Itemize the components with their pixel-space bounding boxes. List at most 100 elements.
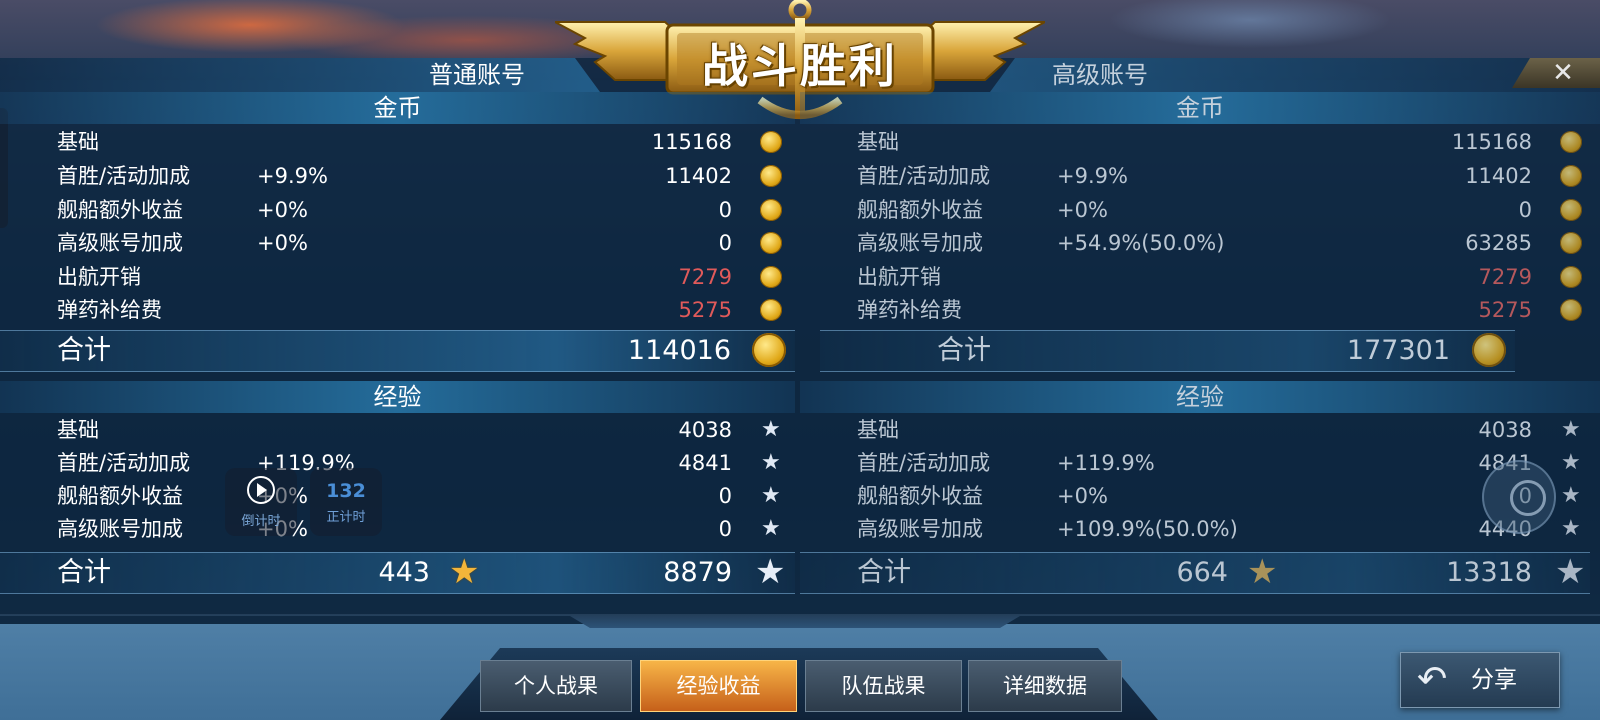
- tab-team-results[interactable]: 队伍战果: [805, 660, 962, 712]
- gold-row-ship-bonus: 舰船额外收益 +0% 0: [857, 193, 1532, 227]
- row-value: 7279: [678, 265, 732, 289]
- coin-large-icon: [1472, 333, 1506, 367]
- row-label: 首胜/活动加成: [57, 451, 191, 475]
- exp-star-icon: ★: [1561, 483, 1581, 508]
- gold-row-first-win: 首胜/活动加成 +9.9% 11402: [857, 159, 1532, 193]
- side-edge-tab[interactable]: [0, 108, 8, 228]
- tab-personal-results[interactable]: 个人战果: [480, 660, 632, 712]
- row-value: 7279: [1478, 265, 1532, 289]
- row-label: 高级账号加成: [857, 517, 983, 541]
- gold-row-sortie-cost: 出航开销 7279: [857, 260, 1532, 294]
- row-value: 4841: [678, 451, 732, 475]
- row-label: 首胜/活动加成: [857, 164, 991, 188]
- exp-total-star-icon: ★: [1555, 552, 1586, 592]
- gold-section-header: 金币: [0, 92, 795, 124]
- row-label: 高级账号加成: [57, 231, 183, 255]
- victory-title: 战斗胜利: [702, 39, 898, 93]
- gold-row-ship-bonus: 舰船额外收益 +0% 0: [57, 193, 732, 227]
- floating-assist-button[interactable]: [1482, 460, 1556, 534]
- exp-row-base: 基础 4038: [57, 413, 732, 447]
- exp-row-premium-bonus: 高级账号加成 +0% 0: [57, 512, 732, 546]
- coin-icon: [760, 199, 782, 221]
- gold-total-row: 合计 177301: [820, 330, 1515, 372]
- premium-account-tab: 高级账号: [990, 58, 1600, 92]
- row-label: 弹药补给费: [857, 298, 962, 322]
- exp-star-icon: ★: [1561, 516, 1581, 541]
- row-percent: +119.9%: [1057, 451, 1155, 475]
- row-value: 4038: [1478, 418, 1532, 442]
- row-percent: +109.9%(50.0%): [1057, 517, 1238, 541]
- coin-icon: [1560, 131, 1582, 153]
- close-icon: ✕: [1552, 58, 1574, 88]
- play-icon: [247, 476, 275, 504]
- exp-section-header: 经验: [800, 381, 1600, 413]
- countup-timer-button[interactable]: 132 正计时: [310, 468, 382, 536]
- row-value: 63285: [1465, 231, 1532, 255]
- row-value: 0: [718, 231, 732, 255]
- exp-total-row: 合计 664 13318: [800, 552, 1590, 594]
- gold-section-header: 金币: [800, 92, 1600, 124]
- normal-account-label: 普通账号: [429, 61, 525, 89]
- exp-star-icon: ★: [761, 483, 781, 508]
- gold-row-base: 基础 115168: [857, 125, 1532, 159]
- exp-total-row: 合计 443 8879: [0, 552, 795, 594]
- row-label: 高级账号加成: [57, 517, 183, 541]
- exp-total-value: 8879: [663, 557, 732, 588]
- exp-star-icon: ★: [1561, 417, 1581, 442]
- row-label: 舰船额外收益: [857, 484, 983, 508]
- gold-row-premium-bonus: 高级账号加成 +0% 0: [57, 226, 732, 260]
- countup-label: 正计时: [326, 510, 366, 525]
- premium-account-label: 高级账号: [1052, 61, 1148, 89]
- row-label: 基础: [57, 418, 99, 442]
- row-label: 舰船额外收益: [857, 198, 983, 222]
- row-label: 弹药补给费: [57, 298, 162, 322]
- coin-large-icon: [752, 333, 786, 367]
- row-value: 11402: [1465, 164, 1532, 188]
- captain-exp-star-icon: ★: [449, 552, 480, 592]
- row-value: 0: [718, 198, 732, 222]
- exp-star-icon: ★: [761, 417, 781, 442]
- exp-section-header: 经验: [0, 381, 795, 413]
- row-label: 基础: [57, 130, 99, 154]
- normal-account-tab: 普通账号: [0, 58, 600, 92]
- row-label: 首胜/活动加成: [57, 164, 191, 188]
- row-percent: +9.9%: [257, 164, 328, 188]
- row-value: 0: [1518, 198, 1532, 222]
- exp-row-ship-bonus: 舰船额外收益 +0% 0: [57, 479, 732, 513]
- row-percent: +54.9%(50.0%): [1057, 231, 1225, 255]
- row-percent: +9.9%: [1057, 164, 1128, 188]
- coin-icon: [760, 165, 782, 187]
- row-value: 11402: [665, 164, 732, 188]
- tab-detailed-data[interactable]: 详细数据: [968, 660, 1122, 712]
- row-percent: +0%: [257, 231, 308, 255]
- row-label: 基础: [857, 418, 899, 442]
- total-label: 合计: [57, 557, 111, 588]
- row-value: 5275: [678, 298, 732, 322]
- countdown-timer-button[interactable]: 倒计时: [225, 468, 297, 536]
- coin-icon: [760, 232, 782, 254]
- tab-exp-rewards[interactable]: 经验收益: [640, 660, 797, 712]
- share-button[interactable]: ↶ 分享: [1400, 652, 1560, 708]
- exp-row-first-win: 首胜/活动加成 +119.9% 4841: [857, 446, 1532, 480]
- row-value: 0: [718, 484, 732, 508]
- coin-icon: [1560, 165, 1582, 187]
- row-label: 出航开销: [57, 265, 141, 289]
- coin-icon: [1560, 299, 1582, 321]
- exp-row-ship-bonus: 舰船额外收益 +0% 0: [857, 479, 1532, 513]
- gold-row-ammo-cost: 弹药补给费 5275: [57, 293, 732, 327]
- coin-icon: [760, 131, 782, 153]
- row-label: 出航开销: [857, 265, 941, 289]
- exp-star-icon: ★: [1561, 450, 1581, 475]
- exp-row-first-win: 首胜/活动加成 +119.9% 4841: [57, 446, 732, 480]
- gold-row-ammo-cost: 弹药补给费 5275: [857, 293, 1532, 327]
- exp-star-icon: ★: [761, 516, 781, 541]
- row-percent: +0%: [257, 198, 308, 222]
- captain-exp-value: 664: [1176, 557, 1228, 588]
- row-label: 基础: [857, 130, 899, 154]
- coin-icon: [1560, 199, 1582, 221]
- exp-total-star-icon: ★: [755, 552, 786, 592]
- row-value: 0: [718, 517, 732, 541]
- share-arrow-icon: ↶: [1417, 659, 1448, 700]
- gold-total-value: 114016: [627, 335, 731, 366]
- row-percent: +0%: [1057, 198, 1108, 222]
